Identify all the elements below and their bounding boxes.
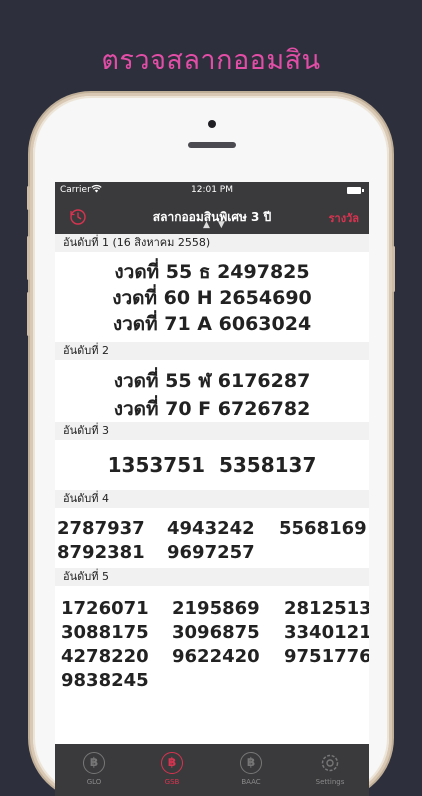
baht-coin-icon: ฿ (240, 752, 262, 774)
promo-title: ตรวจสลากออมสิน (101, 45, 321, 76)
prize-5-number: 9622420 (172, 646, 260, 667)
tab-label: GLO (86, 778, 102, 786)
tab-bar: ฿ GLO ฿ GSB ฿ BAAC Settings (55, 744, 369, 796)
tab-label: GSB (164, 778, 180, 786)
prize-5-number: 2812513 (284, 598, 369, 619)
prize-1-line: งวดที่ 71 A 6063024 (112, 313, 312, 335)
prize-results-list[interactable]: อันดับที่ 1 (16 สิงหาคม 2558) งวดที่ 55 … (55, 234, 369, 744)
dropdown-arrows-icon[interactable]: ▲▼ (203, 220, 233, 230)
app-screen: Carrier 12:01 PM สลากออมสินพิเศษ 3 ปี ▲▼… (55, 182, 369, 796)
status-time: 12:01 PM (191, 185, 233, 195)
prize-2-header: อันดับที่ 2 (55, 342, 369, 360)
prize-1-header: อันดับที่ 1 (16 สิงหาคม 2558) (55, 234, 369, 252)
prize-4-header: อันดับที่ 4 (55, 490, 369, 508)
volume-down-button (27, 292, 30, 336)
prize-4-number: 4943242 (167, 518, 255, 539)
prize-2-line: งวดที่ 70 F 6726782 (113, 398, 311, 420)
tab-baac[interactable]: ฿ BAAC (212, 744, 290, 796)
front-camera (208, 120, 216, 128)
prize-5-number: 4278220 (61, 646, 149, 667)
rewards-button[interactable]: รางวัล (329, 209, 359, 227)
prize-5-number: 3096875 (172, 622, 260, 643)
prize-5-number: 3340121 (284, 622, 369, 643)
baht-coin-icon: ฿ (83, 752, 105, 774)
earpiece-speaker (188, 142, 236, 148)
prize-4-number: 2787937 (57, 518, 145, 539)
tab-gsb[interactable]: ฿ GSB (133, 744, 211, 796)
prize-4-number: 8792381 (57, 542, 145, 563)
power-button (392, 246, 395, 292)
prize-5-number: 1726071 (61, 598, 149, 619)
tab-settings[interactable]: Settings (291, 744, 369, 796)
prize-4-number: 5568169 (279, 518, 367, 539)
volume-up-button (27, 236, 30, 280)
prize-4-number: 9697257 (167, 542, 255, 563)
prize-5-number: 9838245 (61, 670, 149, 691)
battery-icon (347, 187, 364, 194)
baht-coin-icon: ฿ (161, 752, 183, 774)
mute-switch (27, 186, 30, 210)
prize-2-line: งวดที่ 55 ฬ 6176287 (113, 370, 311, 392)
tab-label: Settings (315, 778, 345, 786)
tab-label: BAAC (241, 778, 261, 786)
prize-5-number: 9751776 (284, 646, 369, 667)
prize-3-header: อันดับที่ 3 (55, 422, 369, 440)
prize-3-numbers: 1353751 5358137 (107, 453, 317, 477)
prize-5-number: 3088175 (61, 622, 149, 643)
gear-icon (319, 752, 341, 774)
prize-5-header: อันดับที่ 5 (55, 568, 369, 586)
status-bar: Carrier 12:01 PM (55, 182, 369, 200)
tab-glo[interactable]: ฿ GLO (55, 744, 133, 796)
phone-frame: Carrier 12:01 PM สลากออมสินพิเศษ 3 ปี ▲▼… (27, 96, 395, 796)
navigation-bar: สลากออมสินพิเศษ 3 ปี ▲▼ รางวัล (55, 200, 369, 234)
prize-5-number: 2195869 (172, 598, 260, 619)
